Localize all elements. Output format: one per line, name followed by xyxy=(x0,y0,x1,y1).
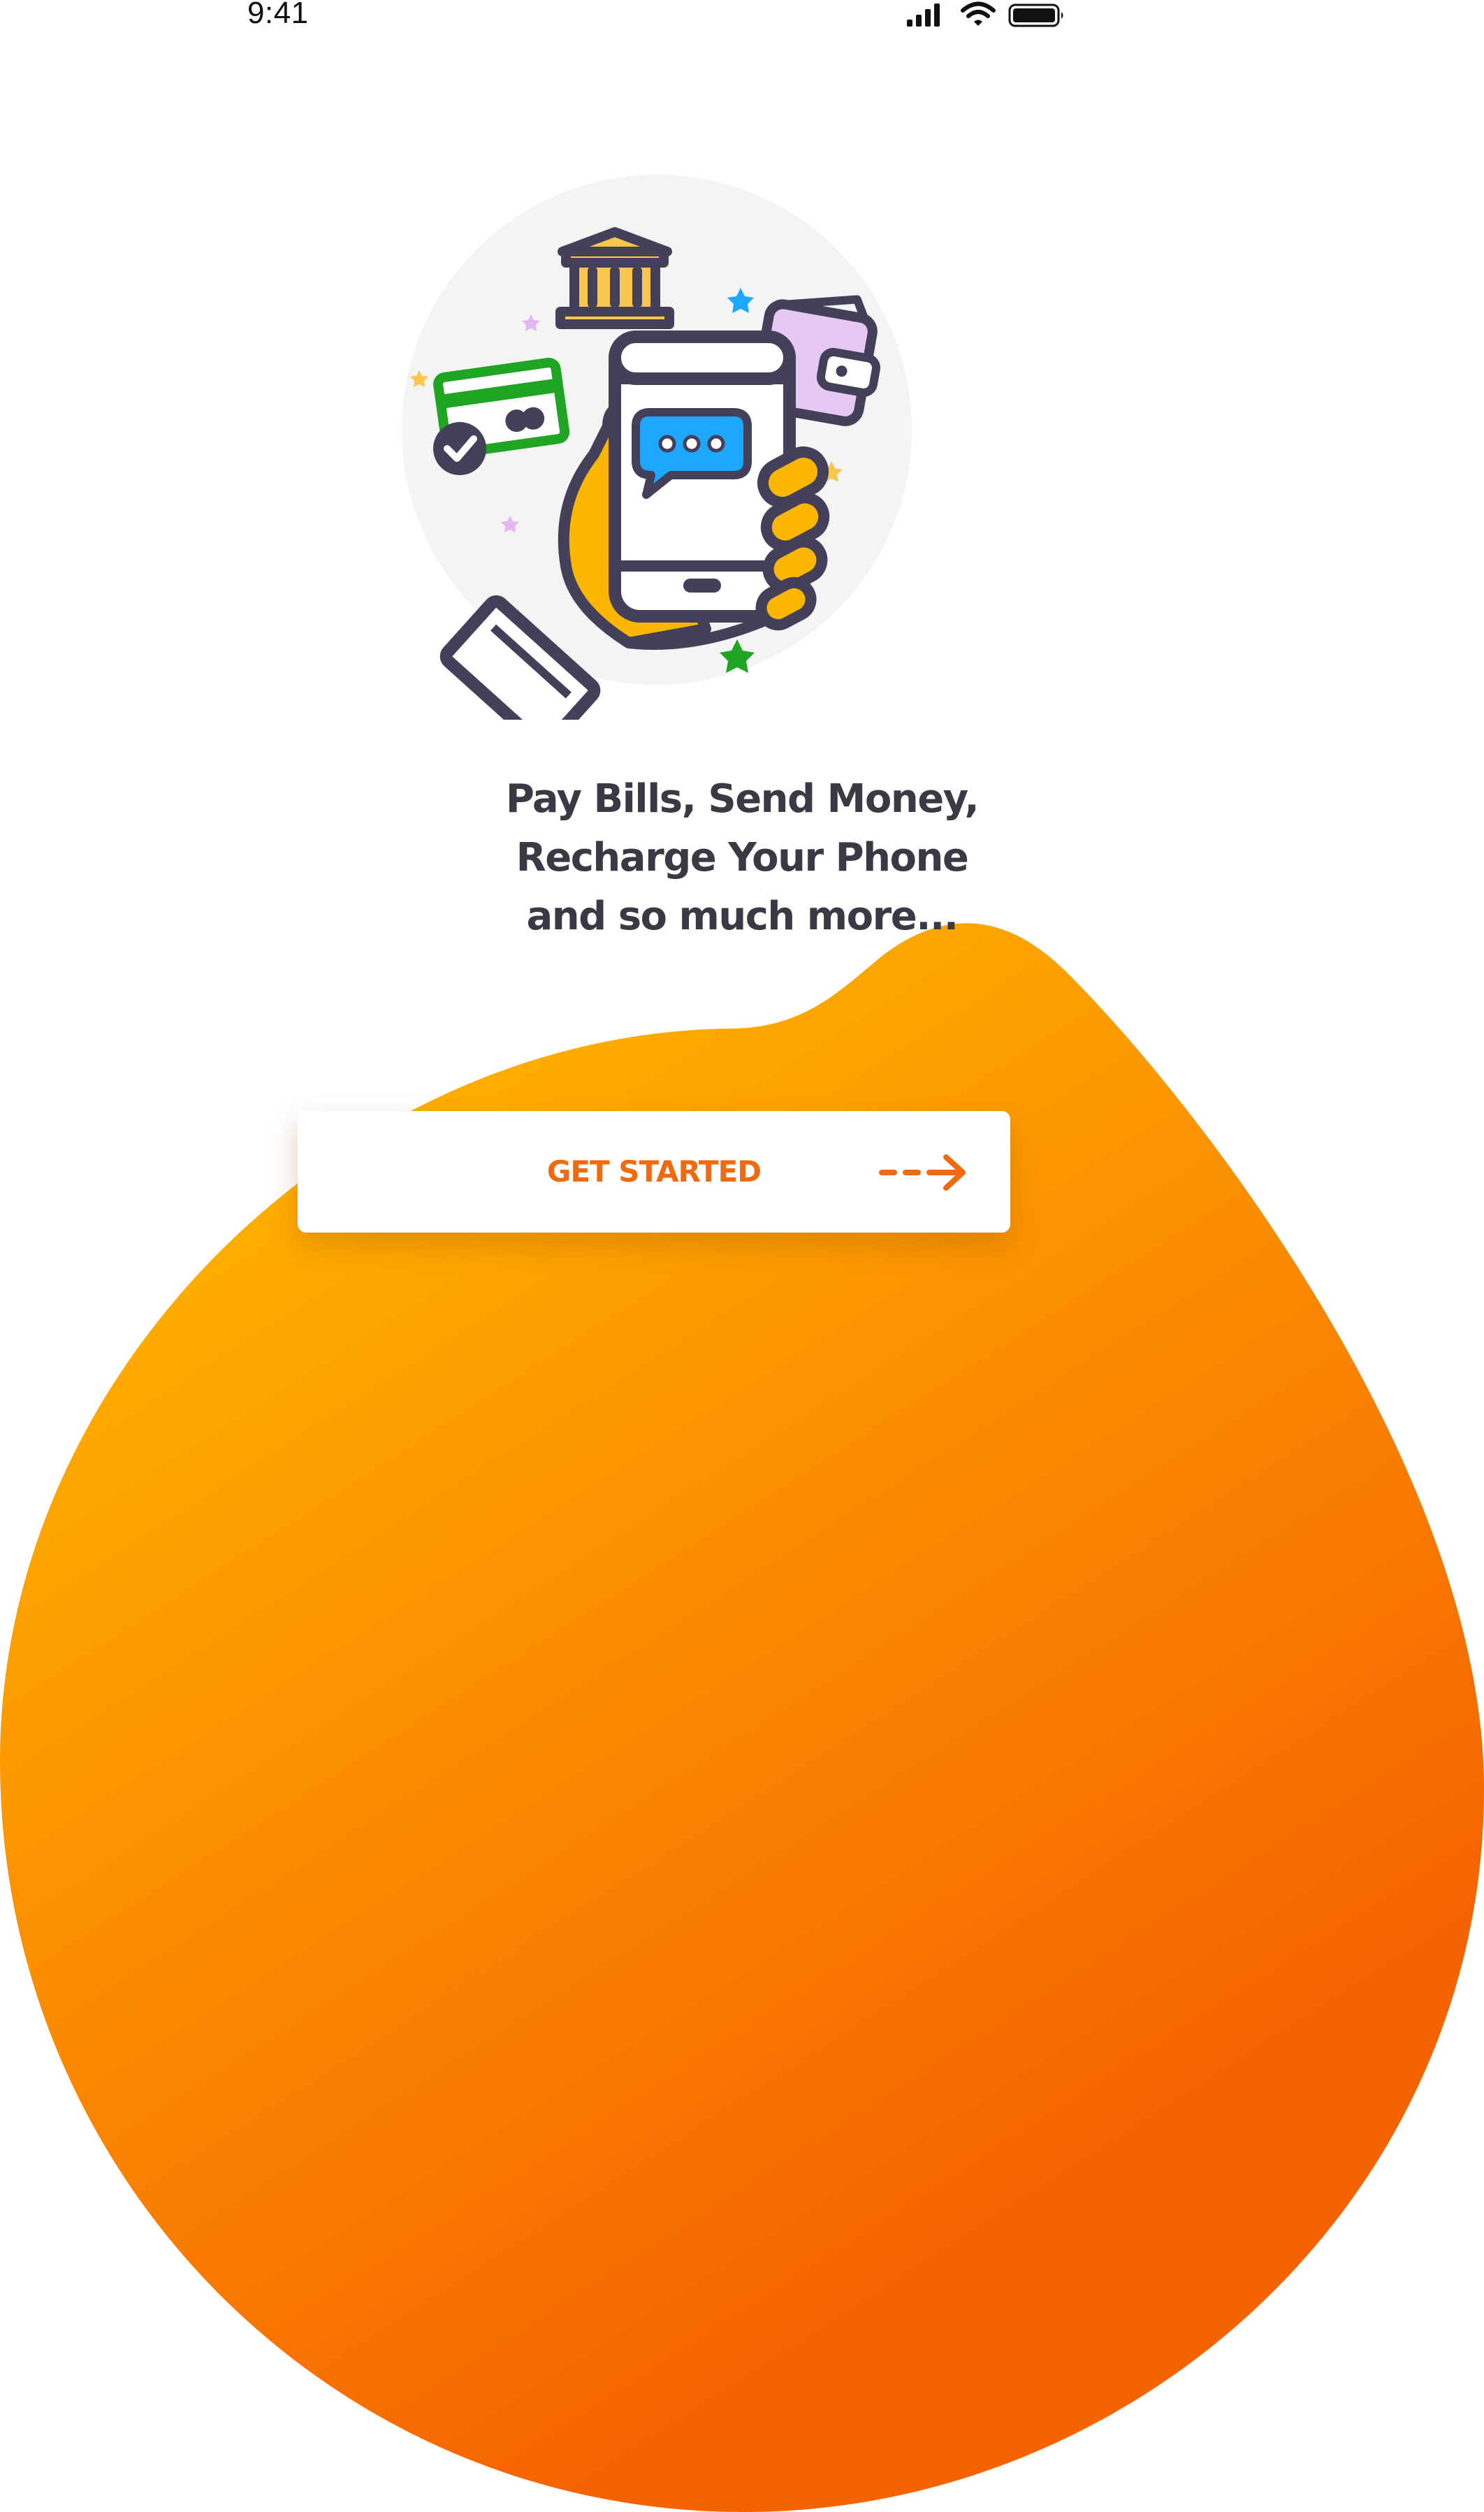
hand-holding-phone-illustration xyxy=(402,175,912,720)
battery-icon xyxy=(1008,3,1063,27)
headline-line-1: Pay Bills, Send Money, xyxy=(505,776,980,822)
bank-icon xyxy=(555,227,674,329)
status-bar: 9:41 xyxy=(0,0,1484,42)
onboarding-headline: Pay Bills, Send Money, Recharge Your Pho… xyxy=(323,770,1161,946)
wifi-icon xyxy=(961,1,996,26)
headline-line-3: and so much more... xyxy=(526,894,959,939)
dashed-arrow-right-icon xyxy=(879,1154,966,1191)
onboarding-screen: 9:41 Pay Bills, Send Money, Recharge You… xyxy=(0,0,1484,2512)
get-started-button[interactable]: GET STARTED xyxy=(298,1111,1010,1233)
status-icons xyxy=(905,1,1066,29)
check-badge-icon xyxy=(433,422,486,475)
headline-line-2: Recharge Your Phone xyxy=(516,835,969,880)
signal-icon xyxy=(907,3,940,27)
status-time: 9:41 xyxy=(247,0,309,30)
